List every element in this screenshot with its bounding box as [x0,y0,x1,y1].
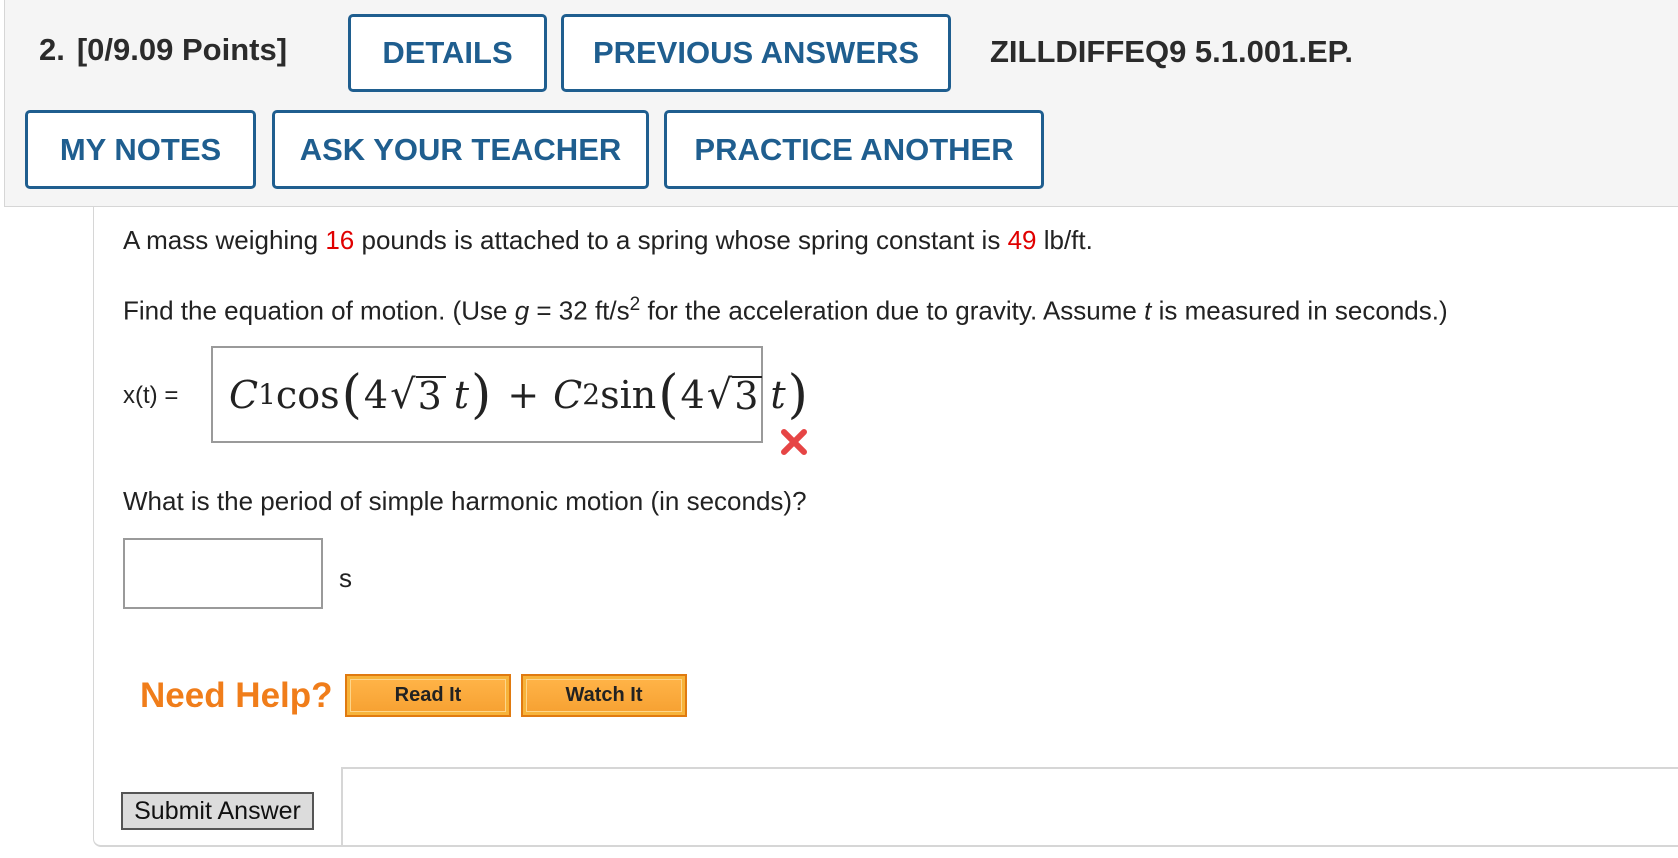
previous-answers-button[interactable]: PREVIOUS ANSWERS [561,14,951,92]
question-points: [0/9.09 Points] [76,32,288,67]
sqrt: √ 3 [390,372,446,418]
coefficient: 4 [363,372,389,417]
plus-sign: + [507,372,540,417]
instruction-part: for the acceleration due to gravity. Ass… [647,295,1137,326]
question-header: 2. [0/9.09 Points] DETAILS PREVIOUS ANSWE… [4,0,1678,207]
radical-icon: √ [706,371,733,418]
time-symbol: t [1144,295,1152,326]
submit-divider [341,767,1678,847]
coefficient: 4 [680,372,705,417]
sqrt: √ 3 [707,372,763,418]
equation-label: x(t) = [123,382,179,409]
period-unit: s [339,563,352,593]
period-question: What is the period of simple harmonic mo… [123,486,807,516]
cos-function: cos [275,372,340,417]
left-paren: ( [658,364,679,425]
read-it-button[interactable]: Read It [345,674,511,717]
radical-icon: √ [390,371,416,418]
question-number: 2. [0/9.09 Points] [39,32,287,68]
read-it-label: Read It [350,679,506,712]
sin-function: sin [600,372,657,417]
instruction-part: = 32 ft/s [536,295,630,326]
problem-text: lb/ft. [1043,225,1093,255]
right-paren: ) [787,364,808,425]
equation-answer-math: C 1 cos(4 √ 3 t) + C 2 sin(4 √ 3 t) [229,364,810,425]
mass-value: 16 [325,225,355,255]
time-variable: t [453,372,470,417]
watch-it-label: Watch It [526,679,682,712]
ask-your-teacher-button[interactable]: ASK YOUR TEACHER [272,110,649,189]
constant-c2: C [553,372,583,417]
left-paren: ( [341,364,362,425]
gravity-symbol: g [514,295,530,326]
time-variable: t [770,372,786,417]
spring-constant-value: 49 [1007,225,1037,255]
period-answer-input[interactable] [123,538,323,609]
submit-answer-button[interactable]: Submit Answer [121,792,314,830]
practice-another-button[interactable]: PRACTICE ANOTHER [664,110,1044,189]
radicand: 3 [732,375,763,415]
problem-text: A mass weighing [123,225,319,255]
need-help-label: Need Help? [140,676,333,715]
right-paren: ) [471,364,492,425]
exponent: 2 [629,294,641,315]
equation-answer-field[interactable]: C 1 cos(4 √ 3 t) + C 2 sin(4 √ 3 t) [211,346,808,443]
details-button[interactable]: DETAILS [348,14,547,92]
problem-text: pounds is attached to a spring whose spr… [361,225,1001,255]
incorrect-x-icon [781,429,807,455]
instruction-part: Find the equation of motion. (Use [123,295,508,326]
question-number-label: 2. [39,32,65,67]
watch-it-button[interactable]: Watch It [521,674,687,717]
instruction-text: Find the equation of motion. (Use g = 32… [123,294,1448,327]
problem-statement: A mass weighing 16 pounds is attached to… [123,225,1093,256]
instruction-part: is measured in seconds.) [1158,295,1448,326]
constant-c1: C [229,372,259,417]
subscript: 1 [258,378,276,411]
radicand: 3 [415,375,446,415]
subscript: 2 [582,378,601,411]
my-notes-button[interactable]: MY NOTES [25,110,256,189]
question-id: ZILLDIFFEQ9 5.1.001.EP. [990,34,1353,69]
